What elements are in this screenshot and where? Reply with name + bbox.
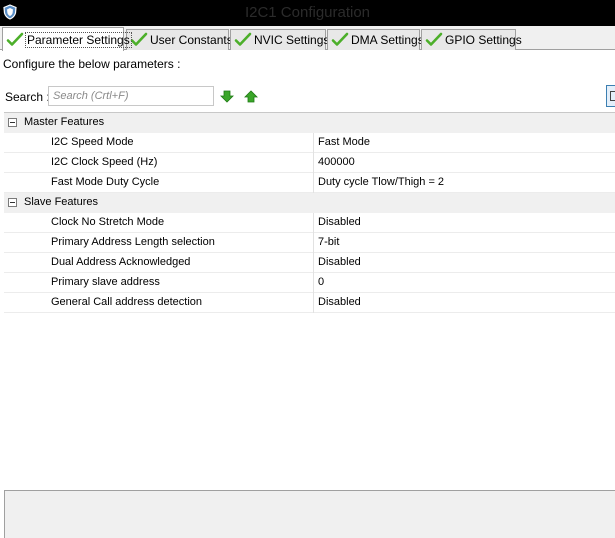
tab-label: NVIC Settings: [254, 33, 330, 47]
collapse-icon[interactable]: [8, 118, 17, 127]
green-check-icon: [130, 32, 148, 46]
property-row[interactable]: Dual Address Acknowledged Disabled: [4, 253, 615, 273]
parameter-settings-panel: Configure the below parameters : Search …: [0, 50, 615, 538]
green-check-icon: [425, 32, 443, 46]
collapse-icon[interactable]: [8, 198, 17, 207]
tab-label: User Constants: [150, 33, 233, 47]
tab-strip: Parameter Settings User Constants NVIC S…: [0, 26, 615, 51]
search-input[interactable]: [48, 86, 214, 106]
tab-label: Parameter Settings: [25, 31, 132, 48]
window-title: I2C1 Configuration: [244, 4, 371, 21]
column-divider: [313, 233, 314, 253]
tab-label: DMA Settings: [351, 33, 424, 47]
property-value[interactable]: 0: [318, 276, 324, 288]
group-row-master-features[interactable]: Master Features: [4, 113, 615, 133]
group-title: Slave Features: [24, 196, 98, 208]
search-label: Search :: [5, 90, 50, 104]
property-value[interactable]: Disabled: [318, 256, 361, 268]
property-row[interactable]: I2C Clock Speed (Hz) 400000: [4, 153, 615, 173]
panel-icon: [610, 91, 615, 101]
column-divider: [313, 213, 314, 233]
property-row[interactable]: General Call address detection Disabled: [4, 293, 615, 313]
instruction-text: Configure the below parameters :: [3, 57, 181, 71]
property-name: I2C Speed Mode: [51, 136, 134, 148]
column-divider: [313, 153, 314, 173]
arrow-down-icon[interactable]: [220, 90, 234, 103]
description-pane: [4, 490, 615, 538]
column-divider: [313, 293, 314, 313]
column-divider: [313, 173, 314, 193]
property-name: I2C Clock Speed (Hz): [51, 156, 158, 168]
group-row-slave-features[interactable]: Slave Features: [4, 193, 615, 213]
column-divider: [313, 133, 314, 153]
property-value[interactable]: Fast Mode: [318, 136, 370, 148]
title-bar: I2C1 Configuration: [0, 0, 615, 26]
property-value[interactable]: 400000: [318, 156, 355, 168]
property-name: Fast Mode Duty Cycle: [51, 176, 160, 188]
tab-nvic-settings[interactable]: NVIC Settings: [230, 29, 330, 50]
property-row[interactable]: I2C Speed Mode Fast Mode: [4, 133, 615, 153]
property-row[interactable]: Clock No Stretch Mode Disabled: [4, 213, 615, 233]
column-divider: [313, 253, 314, 273]
green-check-icon: [331, 32, 349, 46]
toggle-description-button[interactable]: [606, 85, 615, 107]
green-check-icon: [6, 32, 24, 46]
tab-label: GPIO Settings: [445, 33, 522, 47]
green-check-icon: [234, 32, 252, 46]
arrow-up-icon[interactable]: [244, 90, 258, 103]
tab-parameter-settings[interactable]: Parameter Settings: [2, 27, 132, 51]
property-value[interactable]: Disabled: [318, 216, 361, 228]
property-name: Primary Address Length selection: [51, 236, 215, 248]
group-title: Master Features: [24, 116, 105, 128]
property-name: Dual Address Acknowledged: [51, 256, 191, 268]
tab-dma-settings[interactable]: DMA Settings: [327, 29, 424, 50]
column-divider: [313, 273, 314, 293]
tab-user-constants[interactable]: User Constants: [126, 29, 233, 50]
property-row[interactable]: Fast Mode Duty Cycle Duty cycle Tlow/Thi…: [4, 173, 615, 193]
property-name: Clock No Stretch Mode: [51, 216, 165, 228]
property-row[interactable]: Primary Address Length selection 7-bit: [4, 233, 615, 253]
property-row[interactable]: Primary slave address 0: [4, 273, 615, 293]
property-name: Primary slave address: [51, 276, 160, 288]
property-grid: Master Features I2C Speed Mode Fast Mode…: [4, 112, 615, 490]
property-value[interactable]: Disabled: [318, 296, 361, 308]
tab-gpio-settings[interactable]: GPIO Settings: [421, 29, 522, 50]
property-name: General Call address detection: [51, 296, 203, 308]
property-value[interactable]: Duty cycle Tlow/Thigh = 2: [318, 176, 444, 188]
property-value[interactable]: 7-bit: [318, 236, 339, 248]
